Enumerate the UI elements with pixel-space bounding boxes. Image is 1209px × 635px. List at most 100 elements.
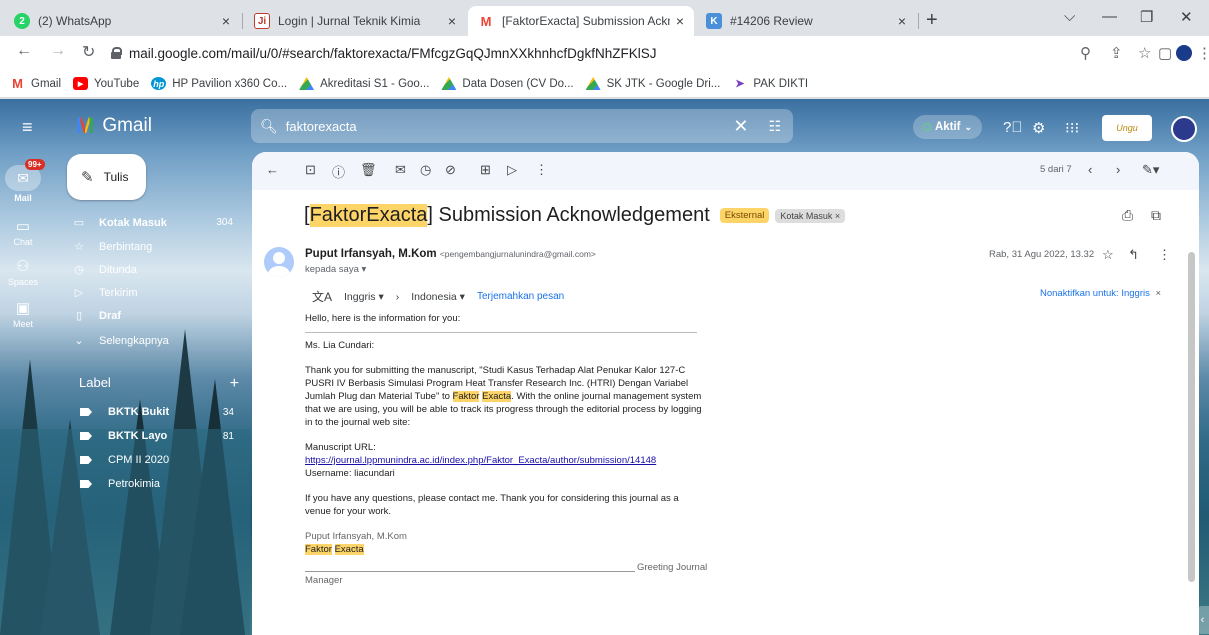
more-options-icon[interactable]: ⋮ xyxy=(535,162,548,178)
forward-arrow-icon[interactable]: → xyxy=(50,42,66,60)
label-icon[interactable]: ▷ xyxy=(507,162,517,178)
move-to-icon[interactable]: ⊞ xyxy=(480,162,491,178)
disable-translation-link[interactable]: Nonaktifkan untuk: Inggris × xyxy=(1040,288,1161,299)
tab-search-chevron-icon[interactable]: ⌵ xyxy=(1064,8,1075,25)
add-label-button[interactable]: + xyxy=(230,375,239,393)
newer-chevron-icon[interactable]: ‹ xyxy=(1088,162,1092,177)
address-bar[interactable]: mail.google.com/mail/u/0/#search/faktore… xyxy=(111,40,1071,66)
manuscript-url-link[interactable]: https://journal.lppmunindra.ac.id/index.… xyxy=(305,454,705,467)
nav-drafts[interactable]: ▯ Draf xyxy=(71,305,239,326)
archive-icon[interactable]: ⊡ xyxy=(305,162,316,178)
delete-icon[interactable]: 🗑︎ xyxy=(360,162,377,178)
nav-more[interactable]: ⌄ Selengkapnya xyxy=(71,330,239,351)
side-panel-toggle[interactable]: ‹ xyxy=(1196,606,1209,634)
reply-icon[interactable]: ↰ xyxy=(1128,247,1139,263)
label-petrokimia[interactable]: Petrokimia xyxy=(80,474,240,494)
side-panel-icon[interactable]: ▢ xyxy=(1158,44,1172,62)
tab-close-icon[interactable]: × xyxy=(222,13,230,29)
rail-spaces[interactable]: ⚇ Spaces xyxy=(0,257,46,287)
tab-close-icon[interactable]: × xyxy=(448,13,456,29)
gmail-logo-text: Gmail xyxy=(102,115,152,136)
apps-grid-icon[interactable]: ⁝⁝⁝ xyxy=(1065,119,1079,137)
older-chevron-icon[interactable]: › xyxy=(1116,162,1120,177)
sender-name[interactable]: Puput Irfansyah, M.Kom xyxy=(305,248,437,260)
settings-gear-icon[interactable]: ⚙ xyxy=(1032,119,1045,137)
rail-mail[interactable]: ✉ 99+ Mail xyxy=(0,159,46,203)
search-input[interactable]: faktorexacta xyxy=(286,119,734,134)
nav-starred[interactable]: ☆ Berbintang xyxy=(71,236,239,257)
status-toggle[interactable]: Aktif ⌄ xyxy=(913,115,982,139)
reload-icon[interactable]: ↻ xyxy=(82,42,95,62)
label-cpm-ii-2020[interactable]: CPM II 2020 xyxy=(80,450,240,470)
gmail-app: ≡ M Gmail 🔍︎ faktorexacta ✕ ☷ Aktif ⌄ ?⃝… xyxy=(0,99,1209,635)
bookmark-akreditasi[interactable]: Akreditasi S1 - Goo... xyxy=(299,77,429,90)
bookmark-data-dosen[interactable]: Data Dosen (CV Do... xyxy=(441,77,574,90)
print-icon[interactable]: ⎙ xyxy=(1122,207,1133,224)
search-icon[interactable]: 🔍︎ xyxy=(260,118,278,135)
label-bktk-bukit[interactable]: BKTK Bukit 34 xyxy=(80,402,240,422)
back-to-results-icon[interactable]: ← xyxy=(266,162,279,177)
bookmark-youtube[interactable]: ▶ YouTube xyxy=(73,77,139,90)
scrollbar-thumb[interactable] xyxy=(1188,252,1195,582)
label-bktk-layo[interactable]: BKTK Layo 81 xyxy=(80,426,240,446)
nav-sent[interactable]: ▷ Terkirim xyxy=(71,282,239,303)
rail-meet[interactable]: ▣ Meet xyxy=(0,299,46,329)
search-bar[interactable]: 🔍︎ faktorexacta ✕ ☷ xyxy=(251,109,793,143)
window-close-icon[interactable]: ✕ xyxy=(1180,8,1193,26)
gmail-logo[interactable]: M Gmail xyxy=(76,113,152,139)
bookmark-sk-jtk[interactable]: SK JTK - Google Dri... xyxy=(585,77,721,90)
main-menu-icon[interactable]: ≡ xyxy=(22,117,33,138)
nav-snoozed[interactable]: ◷ Ditunda xyxy=(71,259,239,280)
help-icon[interactable]: ?⃝ xyxy=(1003,119,1023,136)
translate-message-link[interactable]: Terjemahkan pesan xyxy=(477,291,564,302)
browser-menu-icon[interactable]: ⋮ xyxy=(1197,44,1209,62)
rail-chat[interactable]: ▭ Chat xyxy=(0,217,46,247)
new-tab-button[interactable]: + xyxy=(926,9,938,32)
profile-avatar[interactable] xyxy=(1176,45,1192,61)
star-icon[interactable]: ☆ xyxy=(1102,247,1114,263)
chat-icon: ▭ xyxy=(15,218,31,235)
close-icon[interactable]: × xyxy=(1155,288,1161,299)
tab-close-icon[interactable]: × xyxy=(676,13,684,29)
more-options-icon[interactable]: ⋮ xyxy=(1158,247,1171,263)
recipient-details[interactable]: kepada saya ▾ xyxy=(305,264,366,275)
zoom-icon[interactable]: ⚲ xyxy=(1080,44,1091,62)
compose-button[interactable]: ✎ Tulis xyxy=(67,154,146,200)
account-avatar[interactable] xyxy=(1171,116,1197,142)
bookmark-label: SK JTK - Google Dri... xyxy=(606,77,721,90)
minimize-icon[interactable]: — xyxy=(1102,8,1117,25)
tab-jurnal-teknik-kimia[interactable]: Ji Login | Jurnal Teknik Kimia × xyxy=(244,6,466,36)
inbox-label-chip[interactable]: Kotak Masuk × xyxy=(775,208,846,223)
message-scrollbar[interactable] xyxy=(1188,192,1196,632)
clear-search-icon[interactable]: ✕ xyxy=(733,116,748,137)
bookmark-star-icon[interactable]: ☆ xyxy=(1138,44,1151,62)
open-new-window-icon[interactable]: ⧉ xyxy=(1151,207,1161,224)
tab-close-icon[interactable]: × xyxy=(898,13,906,29)
nav-count: 304 xyxy=(216,217,233,228)
back-arrow-icon[interactable]: ← xyxy=(16,42,32,60)
nav-inbox[interactable]: ▭ Kotak Masuk 304 xyxy=(71,212,239,233)
tab-review[interactable]: K #14206 Review × xyxy=(696,6,916,36)
input-tools-pen-icon[interactable]: ✎▾ xyxy=(1142,162,1159,178)
status-label: Aktif xyxy=(934,121,961,133)
tab-whatsapp[interactable]: 2 (2) WhatsApp × xyxy=(4,6,240,36)
bookmark-hp-pavilion[interactable]: hp HP Pavilion x360 Co... xyxy=(151,77,287,90)
bookmark-pak-dikti[interactable]: ➤ PAK DIKTI xyxy=(732,77,808,91)
label-name: Petrokimia xyxy=(108,478,160,490)
source-language-select[interactable]: Inggris ▾ xyxy=(344,291,384,303)
share-icon[interactable]: ⇪ xyxy=(1110,44,1123,62)
bookmark-gmail[interactable]: M Gmail xyxy=(10,76,61,91)
sender-avatar[interactable] xyxy=(264,247,294,277)
mail-icon: ✉ 99+ xyxy=(5,159,45,191)
report-spam-icon[interactable]: ⓘ xyxy=(332,162,345,181)
restore-icon[interactable]: ❐ xyxy=(1140,8,1153,26)
add-to-tasks-icon[interactable]: ⊘ xyxy=(445,162,456,178)
tab-label: Login | Jurnal Teknik Kimia xyxy=(278,14,421,28)
mark-unread-icon[interactable]: ✉ xyxy=(395,162,406,178)
target-language-select[interactable]: Indonesia ▾ xyxy=(411,291,465,303)
search-options-icon[interactable]: ☷ xyxy=(768,118,781,135)
organization-logo[interactable]: Ungu xyxy=(1102,115,1152,141)
tab-faktorexacta[interactable]: M [FaktorExacta] Submission Acknowledgem… xyxy=(468,6,694,36)
snooze-icon[interactable]: ◷ xyxy=(420,162,431,178)
inbox-icon: ▭ xyxy=(73,217,85,229)
